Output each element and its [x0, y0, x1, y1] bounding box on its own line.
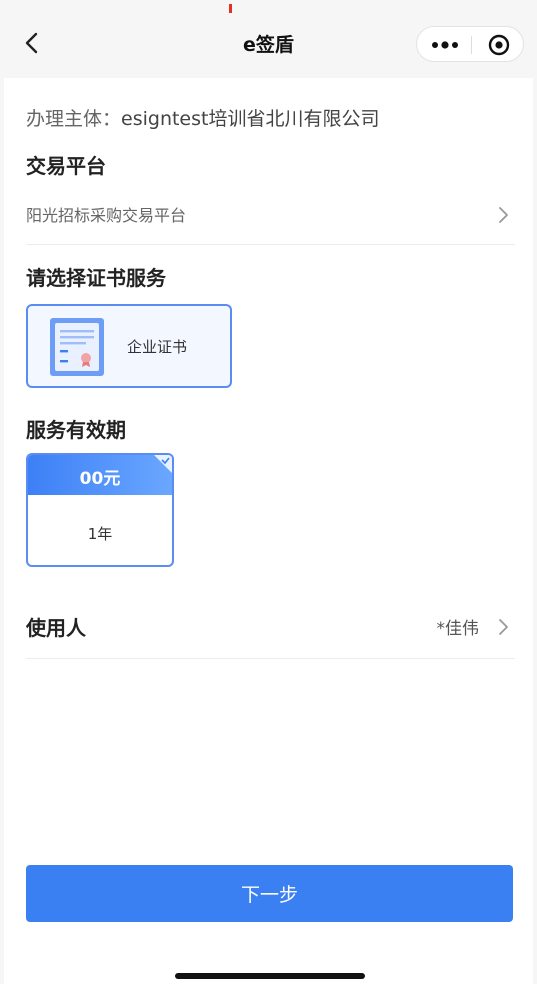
user-selector[interactable]: 使用人 *佳伟	[26, 608, 515, 648]
next-step-button[interactable]: 下一步	[26, 865, 513, 922]
divider	[26, 244, 515, 245]
platform-selector[interactable]: 阳光招标采购交易平台	[26, 196, 515, 236]
subject-label: 办理主体：	[26, 108, 122, 130]
user-label: 使用人	[26, 616, 86, 640]
subject-line: 办理主体：esigntest培训省北川有限公司	[26, 104, 379, 131]
certificate-option-card[interactable]: 企业证书	[26, 304, 232, 388]
close-button[interactable]	[481, 31, 517, 59]
target-circle-icon	[488, 34, 510, 56]
home-indicator	[175, 973, 365, 979]
user-value: *佳伟	[436, 619, 480, 639]
certificate-option-label: 企业证书	[127, 338, 188, 356]
chevron-right-icon	[496, 616, 510, 638]
status-indicator	[229, 4, 232, 13]
certificate-section-title: 请选择证书服务	[26, 266, 166, 290]
nav-bar: e签盾	[0, 14, 537, 72]
selected-check-icon	[154, 455, 172, 473]
more-dots-icon	[432, 41, 458, 49]
more-button[interactable]	[425, 31, 465, 59]
mini-program-capsule	[416, 26, 524, 62]
platform-section-title: 交易平台	[26, 154, 106, 178]
validity-section-title: 服务有效期	[26, 418, 126, 442]
chevron-right-icon	[496, 204, 510, 226]
subject-value: esigntest培训省北川有限公司	[121, 108, 380, 130]
validity-price: 00元	[79, 469, 121, 489]
capsule-divider	[471, 36, 472, 54]
divider	[26, 658, 515, 659]
platform-value: 阳光招标采购交易平台	[26, 206, 187, 225]
validity-price-header: 00元	[28, 455, 172, 495]
certificate-document-icon	[50, 318, 104, 376]
validity-option-card[interactable]: 00元 1年	[26, 453, 174, 567]
validity-duration: 1年	[87, 525, 113, 543]
